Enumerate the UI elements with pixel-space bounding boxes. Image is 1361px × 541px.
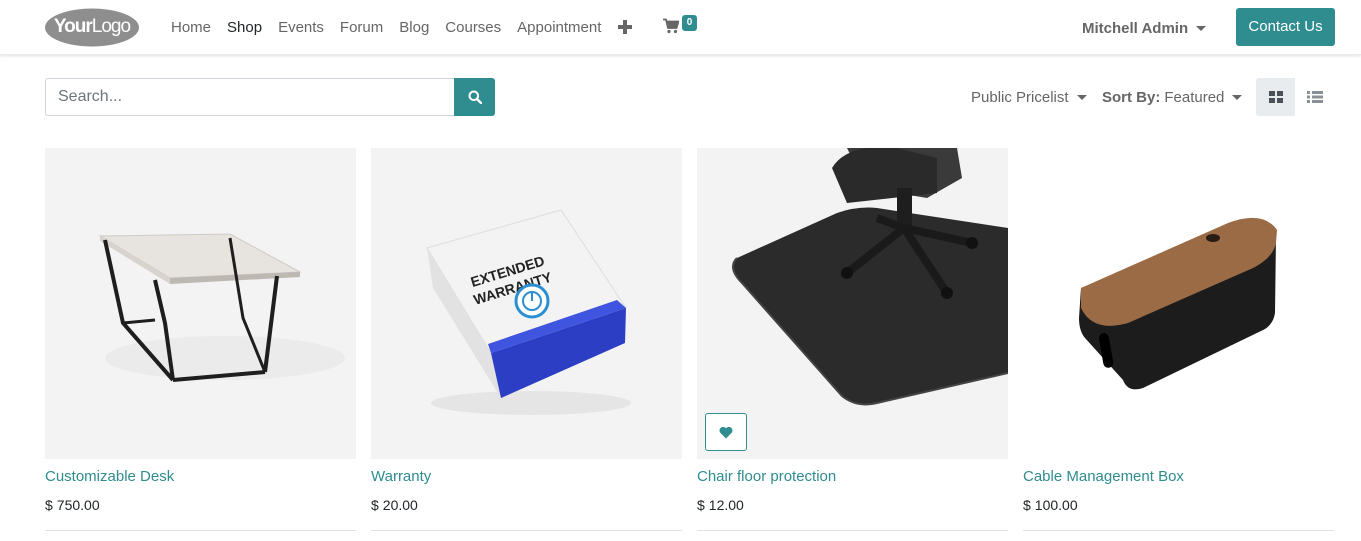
sort-dropdown[interactable]: Sort By: Featured [1102, 86, 1243, 108]
nav-item-home[interactable]: Home [171, 18, 211, 38]
sort-label: Sort By: [1102, 88, 1161, 106]
product-name[interactable]: Customizable Desk [45, 468, 174, 485]
grid-view-button[interactable] [1256, 78, 1295, 116]
product-image-cable-box[interactable] [1023, 148, 1334, 459]
product-price: $100.00 [1023, 497, 1078, 513]
add-to-wishlist-button[interactable] [705, 413, 747, 451]
search-input[interactable] [45, 78, 456, 116]
chevron-down-icon [1196, 25, 1207, 31]
nav-item-events[interactable]: Events [278, 18, 324, 38]
heart-icon [719, 426, 733, 438]
cart-count-badge: 0 [682, 15, 697, 31]
product-image-warranty[interactable]: EXTENDED WARRANTY [371, 148, 682, 459]
list-view-button[interactable] [1295, 78, 1334, 116]
top-navbar: YourLogo Home Shop Events Forum Blog Cou… [0, 0, 1361, 55]
product-price: $750.00 [45, 497, 100, 513]
chevron-down-icon [1076, 94, 1087, 100]
company-logo[interactable]: YourLogo [45, 8, 139, 47]
user-name: Mitchell Admin [1082, 19, 1189, 37]
product-name[interactable]: Chair floor protection [697, 468, 836, 485]
product-image-desk[interactable] [45, 148, 356, 459]
product-name[interactable]: Cable Management Box [1023, 468, 1184, 485]
sort-value: Featured [1164, 88, 1225, 106]
nav-item-shop[interactable]: Shop [227, 18, 262, 38]
user-menu[interactable]: Mitchell Admin [1082, 17, 1207, 39]
search-icon [468, 90, 482, 104]
product-card: EXTENDED WARRANTY Warranty $20.00 [371, 148, 682, 531]
main-nav: Home Shop Events Forum Blog Courses Appo… [171, 17, 617, 39]
logo-text: YourLogo [53, 16, 131, 37]
pricelist-dropdown[interactable]: Public Pricelist [971, 86, 1087, 108]
chevron-down-icon [1232, 94, 1243, 100]
product-card: Customizable Desk $750.00 [45, 148, 356, 531]
search-button[interactable] [454, 78, 495, 116]
product-name[interactable]: Warranty [371, 468, 431, 485]
list-view-icon [1306, 91, 1323, 103]
product-price: $12.00 [697, 497, 744, 513]
grid-view-icon [1268, 91, 1283, 103]
pricelist-label: Public Pricelist [971, 88, 1069, 106]
nav-item-appointment[interactable]: Appointment [517, 18, 601, 38]
nav-item-courses[interactable]: Courses [445, 18, 501, 38]
product-price: $20.00 [371, 497, 418, 513]
nav-item-blog[interactable]: Blog [399, 18, 429, 38]
shopping-cart-icon[interactable] [663, 18, 680, 34]
plus-icon[interactable] [618, 17, 632, 37]
product-card: Cable Management Box $100.00 [1023, 148, 1334, 531]
contact-us-button[interactable]: Contact Us [1236, 8, 1335, 46]
nav-item-forum[interactable]: Forum [340, 18, 383, 38]
product-card: Chair floor protection $12.00 [697, 148, 1008, 531]
